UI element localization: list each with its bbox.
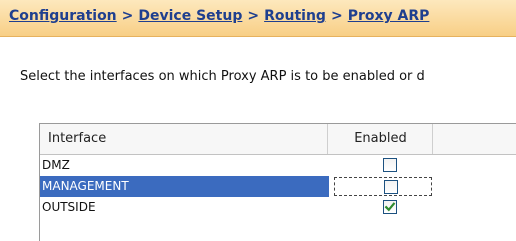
check-icon [384,202,396,212]
proxy-arp-table: Interface Enabled DMZ MANAGEMENT OUTSIDE [39,123,516,241]
page-header: Configuration > Device Setup > Routing > Proxy… [0,0,516,37]
breadcrumb-routing[interactable]: Routing [264,8,326,24]
breadcrumb: Configuration > Device Setup > Routing > Proxy… [9,8,429,24]
breadcrumb-separator: > [330,8,343,24]
enabled-checkbox[interactable] [384,180,398,194]
table-row[interactable]: OUTSIDE [40,197,516,218]
breadcrumb-separator: > [247,8,260,24]
column-header-interface[interactable]: Interface [40,124,328,154]
breadcrumb-separator: > [121,8,134,24]
column-header-enabled[interactable]: Enabled [329,124,433,154]
table-row[interactable]: DMZ [40,155,516,176]
breadcrumb-device-setup[interactable]: Device Setup [138,8,242,24]
interface-name: OUTSIDE [42,200,96,214]
enabled-cell[interactable] [334,177,432,196]
enabled-checkbox[interactable] [383,200,397,214]
table-row[interactable]: MANAGEMENT [40,176,516,197]
instructions-text: Select the interfaces on which Proxy ARP… [20,69,425,84]
enabled-cell[interactable] [334,198,432,217]
table-header: Interface Enabled [40,124,516,155]
breadcrumb-proxy-arp[interactable]: Proxy ARP [348,8,430,24]
breadcrumb-configuration[interactable]: Configuration [9,8,117,24]
interface-name: DMZ [42,158,70,172]
enabled-checkbox[interactable] [383,158,397,172]
enabled-cell[interactable] [334,156,432,175]
interface-name: MANAGEMENT [40,176,329,197]
